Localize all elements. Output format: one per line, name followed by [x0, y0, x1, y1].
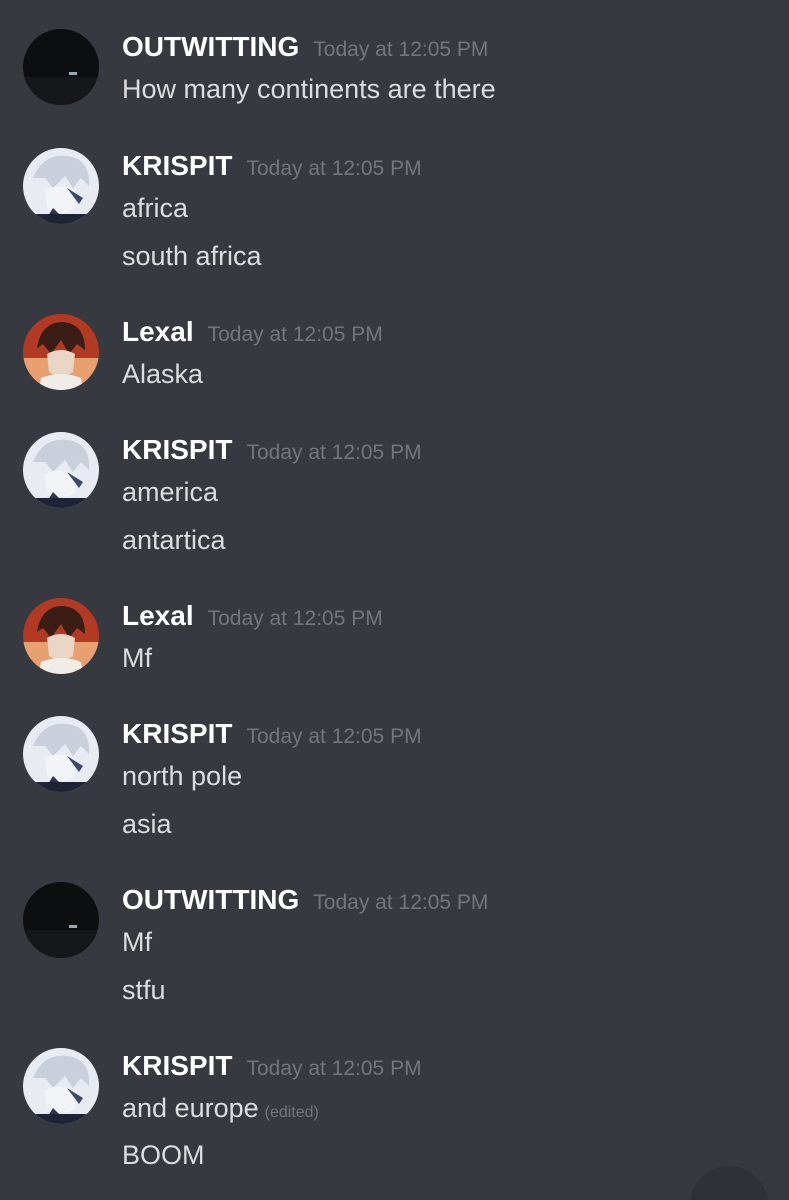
white-hair-anime-avatar-icon — [23, 432, 99, 508]
white-hair-anime-avatar-icon — [23, 1048, 99, 1124]
message-header: OUTWITTING Today at 12:05 PM — [122, 29, 488, 65]
jump-to-present-button[interactable]: ⌄ — [690, 1166, 768, 1200]
message-header: Lexal Today at 12:05 PM — [122, 314, 383, 350]
timestamp: Today at 12:05 PM — [246, 157, 422, 180]
avatar[interactable] — [23, 716, 99, 792]
message-header: Lexal Today at 12:05 PM — [122, 598, 383, 634]
message-text-content: and europe — [122, 1093, 259, 1123]
message-text: north pole — [122, 761, 243, 791]
message-text: How many continents are there — [122, 74, 496, 104]
avatar[interactable] — [23, 314, 99, 390]
brown-hair-anime-avatar-icon — [23, 314, 99, 390]
message-text: Alaska — [122, 359, 204, 389]
message-text: africa — [122, 193, 189, 223]
message-header: KRISPIT Today at 12:05 PM — [122, 1048, 422, 1084]
message-text: asia — [122, 809, 172, 839]
avatar[interactable] — [23, 432, 99, 508]
timestamp: Today at 12:05 PM — [207, 323, 383, 346]
message-text: america — [122, 477, 219, 507]
username[interactable]: KRISPIT — [122, 718, 232, 749]
username[interactable]: KRISPIT — [122, 150, 232, 181]
night-scene-avatar-icon — [23, 29, 99, 105]
avatar[interactable] — [23, 148, 99, 224]
message-text: Mf — [122, 927, 152, 957]
white-hair-anime-avatar-icon — [23, 716, 99, 792]
username[interactable]: KRISPIT — [122, 434, 232, 465]
message-text: BOOM — [122, 1140, 205, 1170]
night-scene-avatar-icon — [23, 882, 99, 958]
username[interactable]: OUTWITTING — [122, 884, 299, 915]
edited-label: (edited) — [264, 1104, 319, 1121]
timestamp: Today at 12:05 PM — [246, 725, 422, 748]
white-hair-anime-avatar-icon — [23, 148, 99, 224]
chat-message-list[interactable]: OUTWITTING Today at 12:05 PM How many con… — [0, 0, 789, 1200]
chevron-down-icon: ⌄ — [712, 1184, 735, 1200]
message-text: antartica — [122, 525, 226, 555]
message-text: stfu — [122, 975, 166, 1005]
message-text: Mf — [122, 643, 152, 673]
timestamp: Today at 12:05 PM — [313, 891, 489, 914]
username[interactable]: Lexal — [122, 600, 194, 631]
message-header: OUTWITTING Today at 12:05 PM — [122, 882, 488, 918]
username[interactable]: OUTWITTING — [122, 31, 299, 62]
message-text: and europe (edited) — [122, 1090, 319, 1131]
username[interactable]: KRISPIT — [122, 1050, 232, 1081]
timestamp: Today at 12:05 PM — [313, 38, 489, 61]
avatar[interactable] — [23, 29, 99, 105]
message-text: south africa — [122, 241, 262, 271]
timestamp: Today at 12:05 PM — [207, 607, 383, 630]
avatar[interactable] — [23, 598, 99, 674]
username[interactable]: Lexal — [122, 316, 194, 347]
avatar[interactable] — [23, 882, 99, 958]
avatar[interactable] — [23, 1048, 99, 1124]
brown-hair-anime-avatar-icon — [23, 598, 99, 674]
timestamp: Today at 12:05 PM — [246, 441, 422, 464]
message-header: KRISPIT Today at 12:05 PM — [122, 148, 422, 184]
message-header: KRISPIT Today at 12:05 PM — [122, 716, 422, 752]
message-header: KRISPIT Today at 12:05 PM — [122, 432, 422, 468]
timestamp: Today at 12:05 PM — [246, 1057, 422, 1080]
